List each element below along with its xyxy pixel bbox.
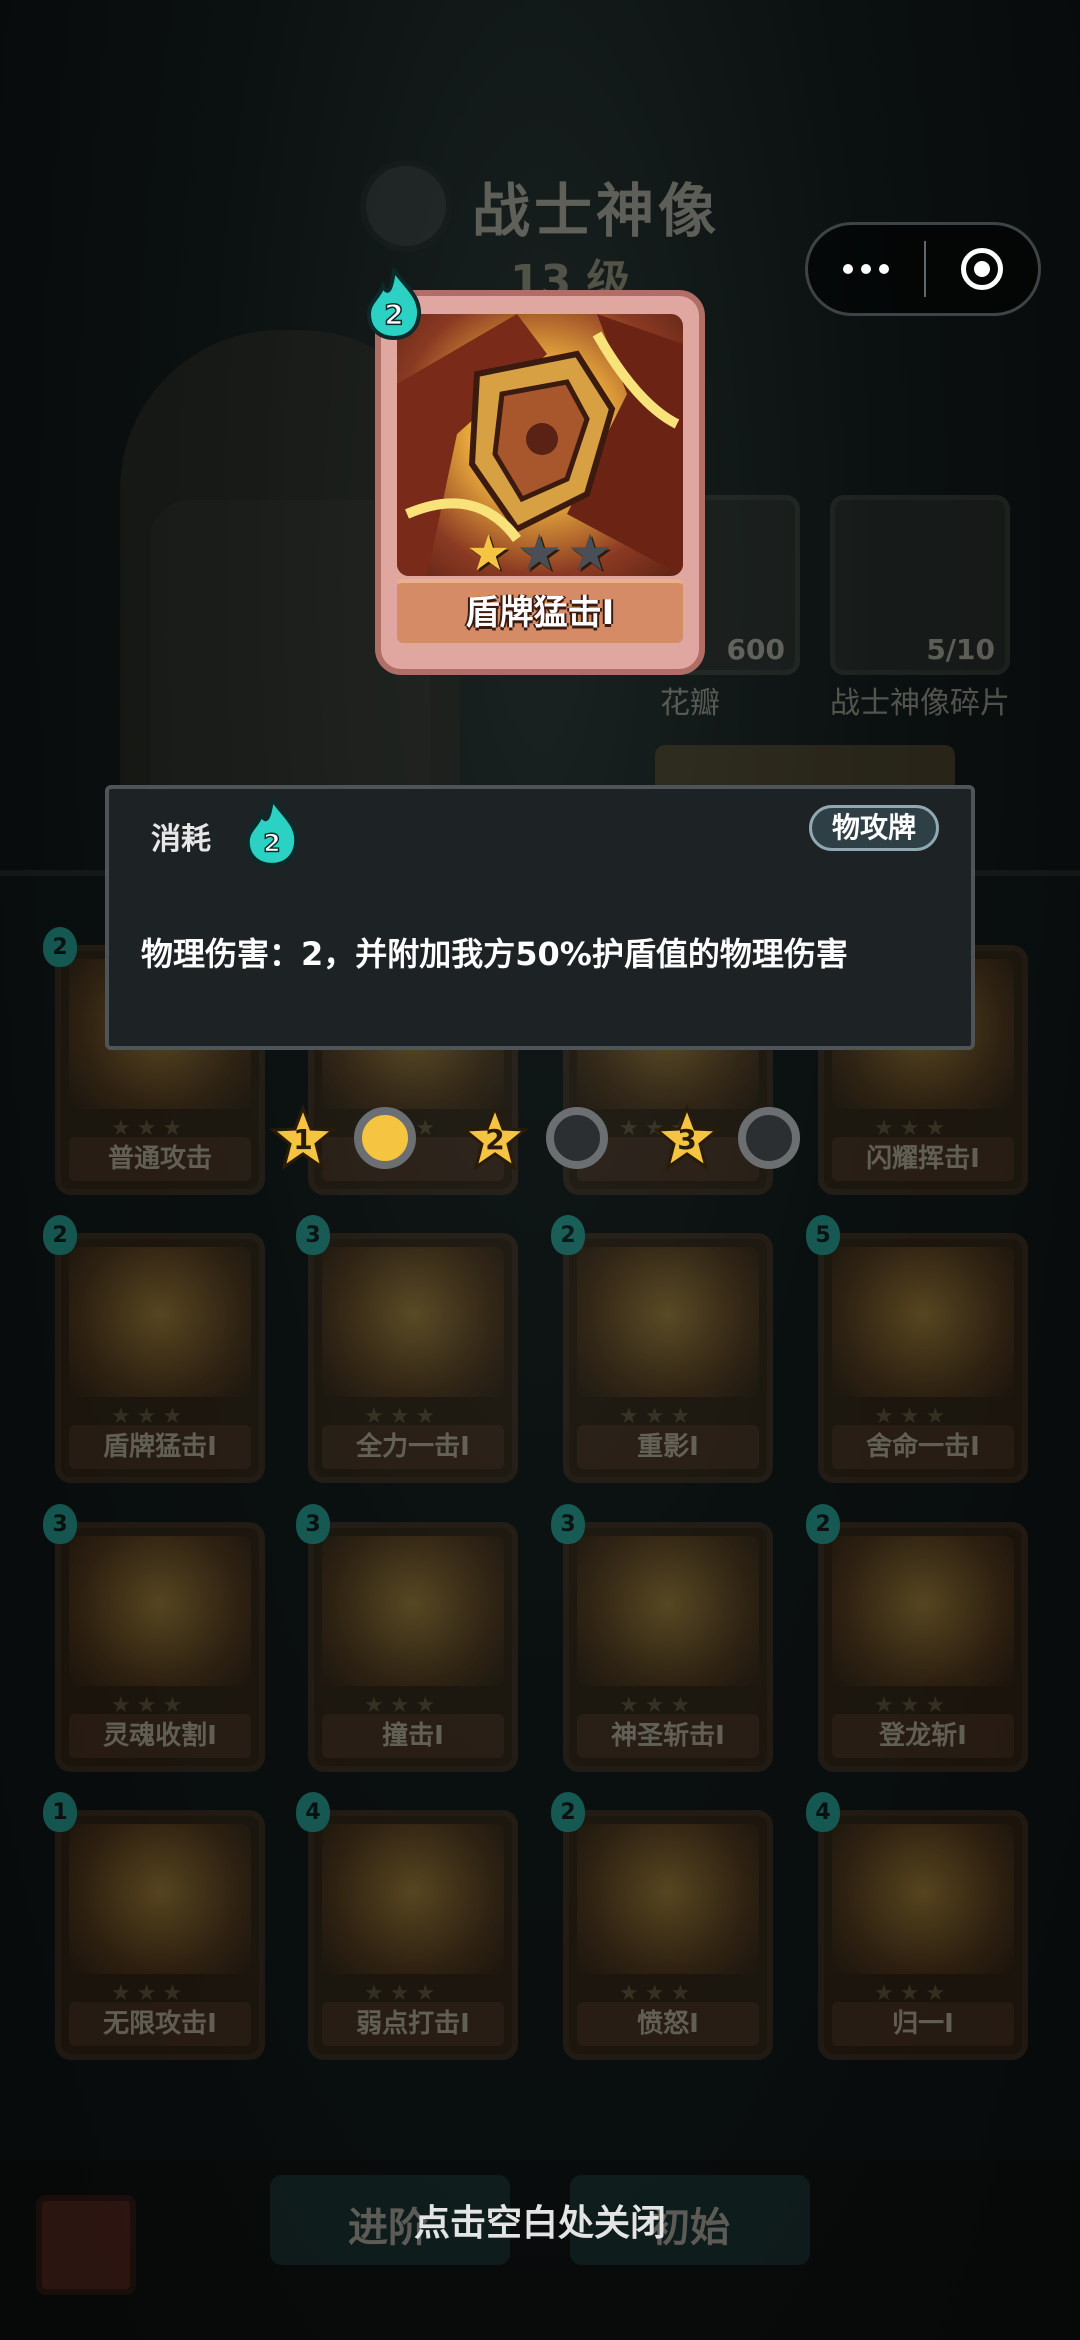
card-cost-badge: 2: [365, 264, 423, 341]
tap-to-close-hint[interactable]: 点击空白处关闭: [0, 2194, 1080, 2246]
skill-card: ★★★ 灵魂收割I: [55, 1522, 265, 1772]
skill-card-art: [69, 1824, 251, 1974]
skill-card-cost: 3: [551, 1504, 585, 1544]
skill-card: ★★★ 舍命一击I: [818, 1233, 1028, 1483]
skill-card-name: 弱点打击I: [322, 2002, 504, 2046]
petal-label: 花瓣: [660, 686, 720, 721]
skill-card-cost: 2: [43, 1215, 77, 1255]
skill-card-name: 全力一击I: [322, 1425, 504, 1469]
statue-fragment-slot: 5/10: [830, 495, 1010, 675]
skill-card-cost: 5: [806, 1215, 840, 1255]
skill-card-name: 闪耀挥击I: [832, 1137, 1014, 1181]
skill-card-name: 愤怒I: [577, 2002, 759, 2046]
skill-card-cost: 3: [43, 1504, 77, 1544]
skill-card: ★★★ 归一I: [818, 1810, 1028, 2060]
statue-header: 战士神像: [360, 160, 720, 252]
skill-card-name: 神圣斩击I: [577, 1714, 759, 1758]
skill-card-cost: 2: [43, 927, 77, 967]
skill-card-cost: 3: [296, 1215, 330, 1255]
skill-card-cost: 1: [43, 1792, 77, 1832]
card-name: 盾牌猛击I: [397, 579, 683, 643]
card-star-rating: ★ ★ ★: [466, 528, 612, 578]
skill-card: ★★★ 弱点打击I: [308, 1810, 518, 2060]
skill-card-name: 重影I: [577, 1425, 759, 1469]
bottom-bar: [0, 2160, 1080, 2340]
card-description: 物理伤害：2，并附加我方50%护盾值的物理伤害: [141, 935, 848, 973]
energy-flame-icon: 2: [366, 264, 422, 341]
fragment-label: 战士神像碎片: [830, 686, 1010, 721]
skill-card: ★★★ 神圣斩击I: [563, 1522, 773, 1772]
level-number: 1: [293, 1123, 313, 1156]
skill-card-art: [69, 1247, 251, 1397]
card-cost-value: 2: [384, 298, 403, 331]
skill-card-cost: 4: [296, 1792, 330, 1832]
skill-card-art: [69, 1536, 251, 1686]
energy-flame-icon: 2: [245, 793, 299, 867]
skill-card: ★★★ 重影I: [563, 1233, 773, 1483]
skill-card-cost: 2: [551, 1215, 585, 1255]
skill-card-name: 撞击I: [322, 1714, 504, 1758]
star-filled-icon: ★: [466, 524, 511, 582]
skill-card-art: [322, 1247, 504, 1397]
info-cost-value: 2: [263, 828, 280, 857]
skill-card-name: 舍命一击I: [832, 1425, 1014, 1469]
skill-card-name: 登龙斩I: [832, 1714, 1014, 1758]
level-radio-selected[interactable]: [354, 1107, 416, 1169]
star-empty-icon: ★: [567, 524, 613, 582]
skill-card-art: [322, 1824, 504, 1974]
selected-card: ★ ★ ★ 盾牌猛击I: [375, 290, 705, 675]
card-info-panel: 消耗 2 物攻牌 物理伤害：2，并附加我方50%护盾值的物理伤害: [105, 785, 975, 1050]
skill-card-name: 归一I: [832, 2002, 1014, 2046]
cost-flame-badge: 2: [244, 793, 300, 867]
skill-card: ★★★ 撞击I: [308, 1522, 518, 1772]
skill-card: ★★★ 盾牌猛击I: [55, 1233, 265, 1483]
skill-card: ★★★ 全力一击I: [308, 1233, 518, 1483]
skill-card: ★★★ 无限攻击I: [55, 1810, 265, 2060]
skill-card-name: 盾牌猛击I: [69, 1425, 251, 1469]
skill-card: ★★★ 愤怒I: [563, 1810, 773, 2060]
star-level-selector: 1 2 3: [270, 1105, 810, 1171]
skill-card-art: [832, 1824, 1014, 1974]
skill-card-art: [832, 1247, 1014, 1397]
fragment-count: 5/10: [926, 633, 995, 666]
skill-card-cost: 2: [551, 1792, 585, 1832]
level-number: 2: [485, 1123, 505, 1156]
skill-card-art: [577, 1824, 759, 1974]
skill-card-cost: 3: [296, 1504, 330, 1544]
statue-emblem-icon: [360, 160, 452, 252]
petal-count: 600: [726, 633, 785, 666]
skill-card-art: [577, 1536, 759, 1686]
level-radio[interactable]: [738, 1107, 800, 1169]
statue-title: 战士神像: [472, 177, 721, 245]
skill-card-art: [832, 1536, 1014, 1686]
skill-card: ★★★ 登龙斩I: [818, 1522, 1028, 1772]
cost-label: 消耗: [151, 822, 211, 857]
skill-card-art: [577, 1247, 759, 1397]
skill-card-cost: 2: [806, 1504, 840, 1544]
star-empty-icon: ★: [516, 524, 562, 582]
skill-card-name: 灵魂收割I: [69, 1714, 251, 1758]
skill-card-name: 普通攻击: [69, 1137, 251, 1181]
skill-card-cost: 4: [806, 1792, 840, 1832]
exit-miniprogram-button[interactable]: [926, 248, 1038, 290]
level-number: 3: [677, 1123, 697, 1156]
skill-card-name: 无限攻击I: [69, 2002, 251, 2046]
level-radio[interactable]: [546, 1107, 608, 1169]
more-menu-icon[interactable]: [808, 264, 924, 274]
target-icon: [960, 248, 1003, 290]
skill-card-art: [322, 1536, 504, 1686]
miniprogram-capsule: [805, 222, 1041, 316]
card-type-tag: 物攻牌: [809, 805, 939, 851]
